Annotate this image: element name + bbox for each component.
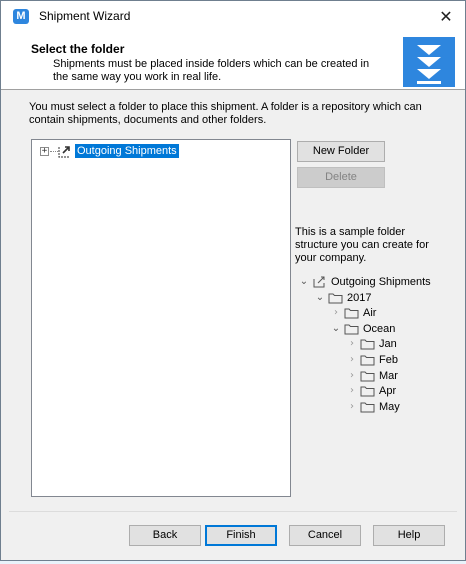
wizard-header: Select the folder Shipments must be plac… bbox=[1, 32, 465, 90]
sample-tree-node-label: Ocean bbox=[363, 322, 396, 335]
folder-icon bbox=[344, 307, 359, 319]
back-button[interactable]: Back bbox=[129, 525, 201, 546]
chevron-right-icon: › bbox=[350, 400, 354, 412]
folder-icon bbox=[360, 370, 375, 382]
close-icon[interactable]: ✕ bbox=[435, 6, 457, 28]
sample-tree-node-label: Air bbox=[363, 307, 377, 320]
tree-root-label[interactable]: Outgoing Shipments bbox=[75, 144, 179, 158]
sample-tree-node-label: Feb bbox=[379, 354, 398, 366]
sample-tree-node: ⌄ Outgoing Shipments bbox=[299, 275, 449, 289]
shipment-wizard-window: M Shipment Wizard ✕ Select the folder Sh… bbox=[0, 0, 466, 561]
new-folder-button[interactable]: New Folder bbox=[297, 141, 385, 162]
folder-icon bbox=[360, 338, 375, 350]
chevron-down-icon: ⌄ bbox=[331, 322, 341, 334]
finish-button[interactable]: Finish bbox=[205, 525, 277, 546]
sample-tree-node: ⌄ 2017 bbox=[315, 291, 465, 305]
folder-icon bbox=[360, 401, 375, 413]
sample-tree-node-label: 2017 bbox=[347, 291, 372, 304]
folder-icon bbox=[360, 354, 375, 366]
sample-description: This is a sample folder structure you ca… bbox=[295, 226, 429, 264]
chevron-down-icon: ⌄ bbox=[315, 291, 325, 303]
cancel-button[interactable]: Cancel bbox=[289, 525, 361, 546]
delete-button[interactable]: Delete bbox=[297, 167, 385, 188]
sample-tree-node: ⌄ Ocean bbox=[331, 322, 466, 336]
window-title: Shipment Wizard bbox=[39, 9, 131, 23]
sample-tree-node-label: Mar bbox=[379, 369, 398, 382]
sample-tree-node-label: Jan bbox=[379, 338, 397, 351]
app-logo-icon: M bbox=[13, 9, 29, 24]
chevron-right-icon: › bbox=[350, 338, 354, 350]
chevron-right-icon: › bbox=[350, 385, 354, 397]
sample-tree-node: › Mar bbox=[347, 369, 466, 383]
intro-text: You must select a folder to place this s… bbox=[29, 101, 422, 126]
shortcut-folder-icon bbox=[58, 146, 70, 158]
footer-button-bar: Back Finish Cancel Help bbox=[1, 512, 465, 560]
chevron-down-icon: ⌄ bbox=[299, 276, 309, 287]
sample-tree-node: › Feb bbox=[347, 353, 466, 367]
folder-icon bbox=[328, 292, 343, 304]
wizard-arrows-icon bbox=[403, 37, 455, 87]
page-title: Select the folder bbox=[31, 42, 125, 56]
folder-icon bbox=[344, 323, 359, 335]
folder-icon bbox=[360, 385, 375, 397]
chevron-right-icon: › bbox=[334, 307, 338, 319]
sample-tree-node: › Apr bbox=[347, 384, 466, 398]
sample-tree-node-label: Apr bbox=[379, 385, 397, 398]
chevron-right-icon: › bbox=[350, 354, 354, 365]
chevron-right-icon: › bbox=[350, 369, 354, 381]
sample-tree-node-label: Outgoing Shipments bbox=[331, 276, 431, 288]
help-button[interactable]: Help bbox=[373, 525, 445, 546]
expand-toggle-icon[interactable]: + bbox=[40, 147, 49, 156]
sample-tree-node: › Jan bbox=[347, 337, 466, 351]
sample-tree-node-label: May bbox=[379, 400, 400, 413]
folder-tree[interactable]: + Outgoing Shipments bbox=[31, 139, 291, 497]
page-subtitle: Shipments must be placed inside folders … bbox=[53, 58, 370, 83]
sample-tree-node: › May bbox=[347, 400, 466, 414]
title-bar[interactable]: M Shipment Wizard ✕ bbox=[1, 1, 465, 32]
sample-tree-node: › Air bbox=[331, 306, 466, 320]
shortcut-folder-icon bbox=[312, 276, 327, 288]
